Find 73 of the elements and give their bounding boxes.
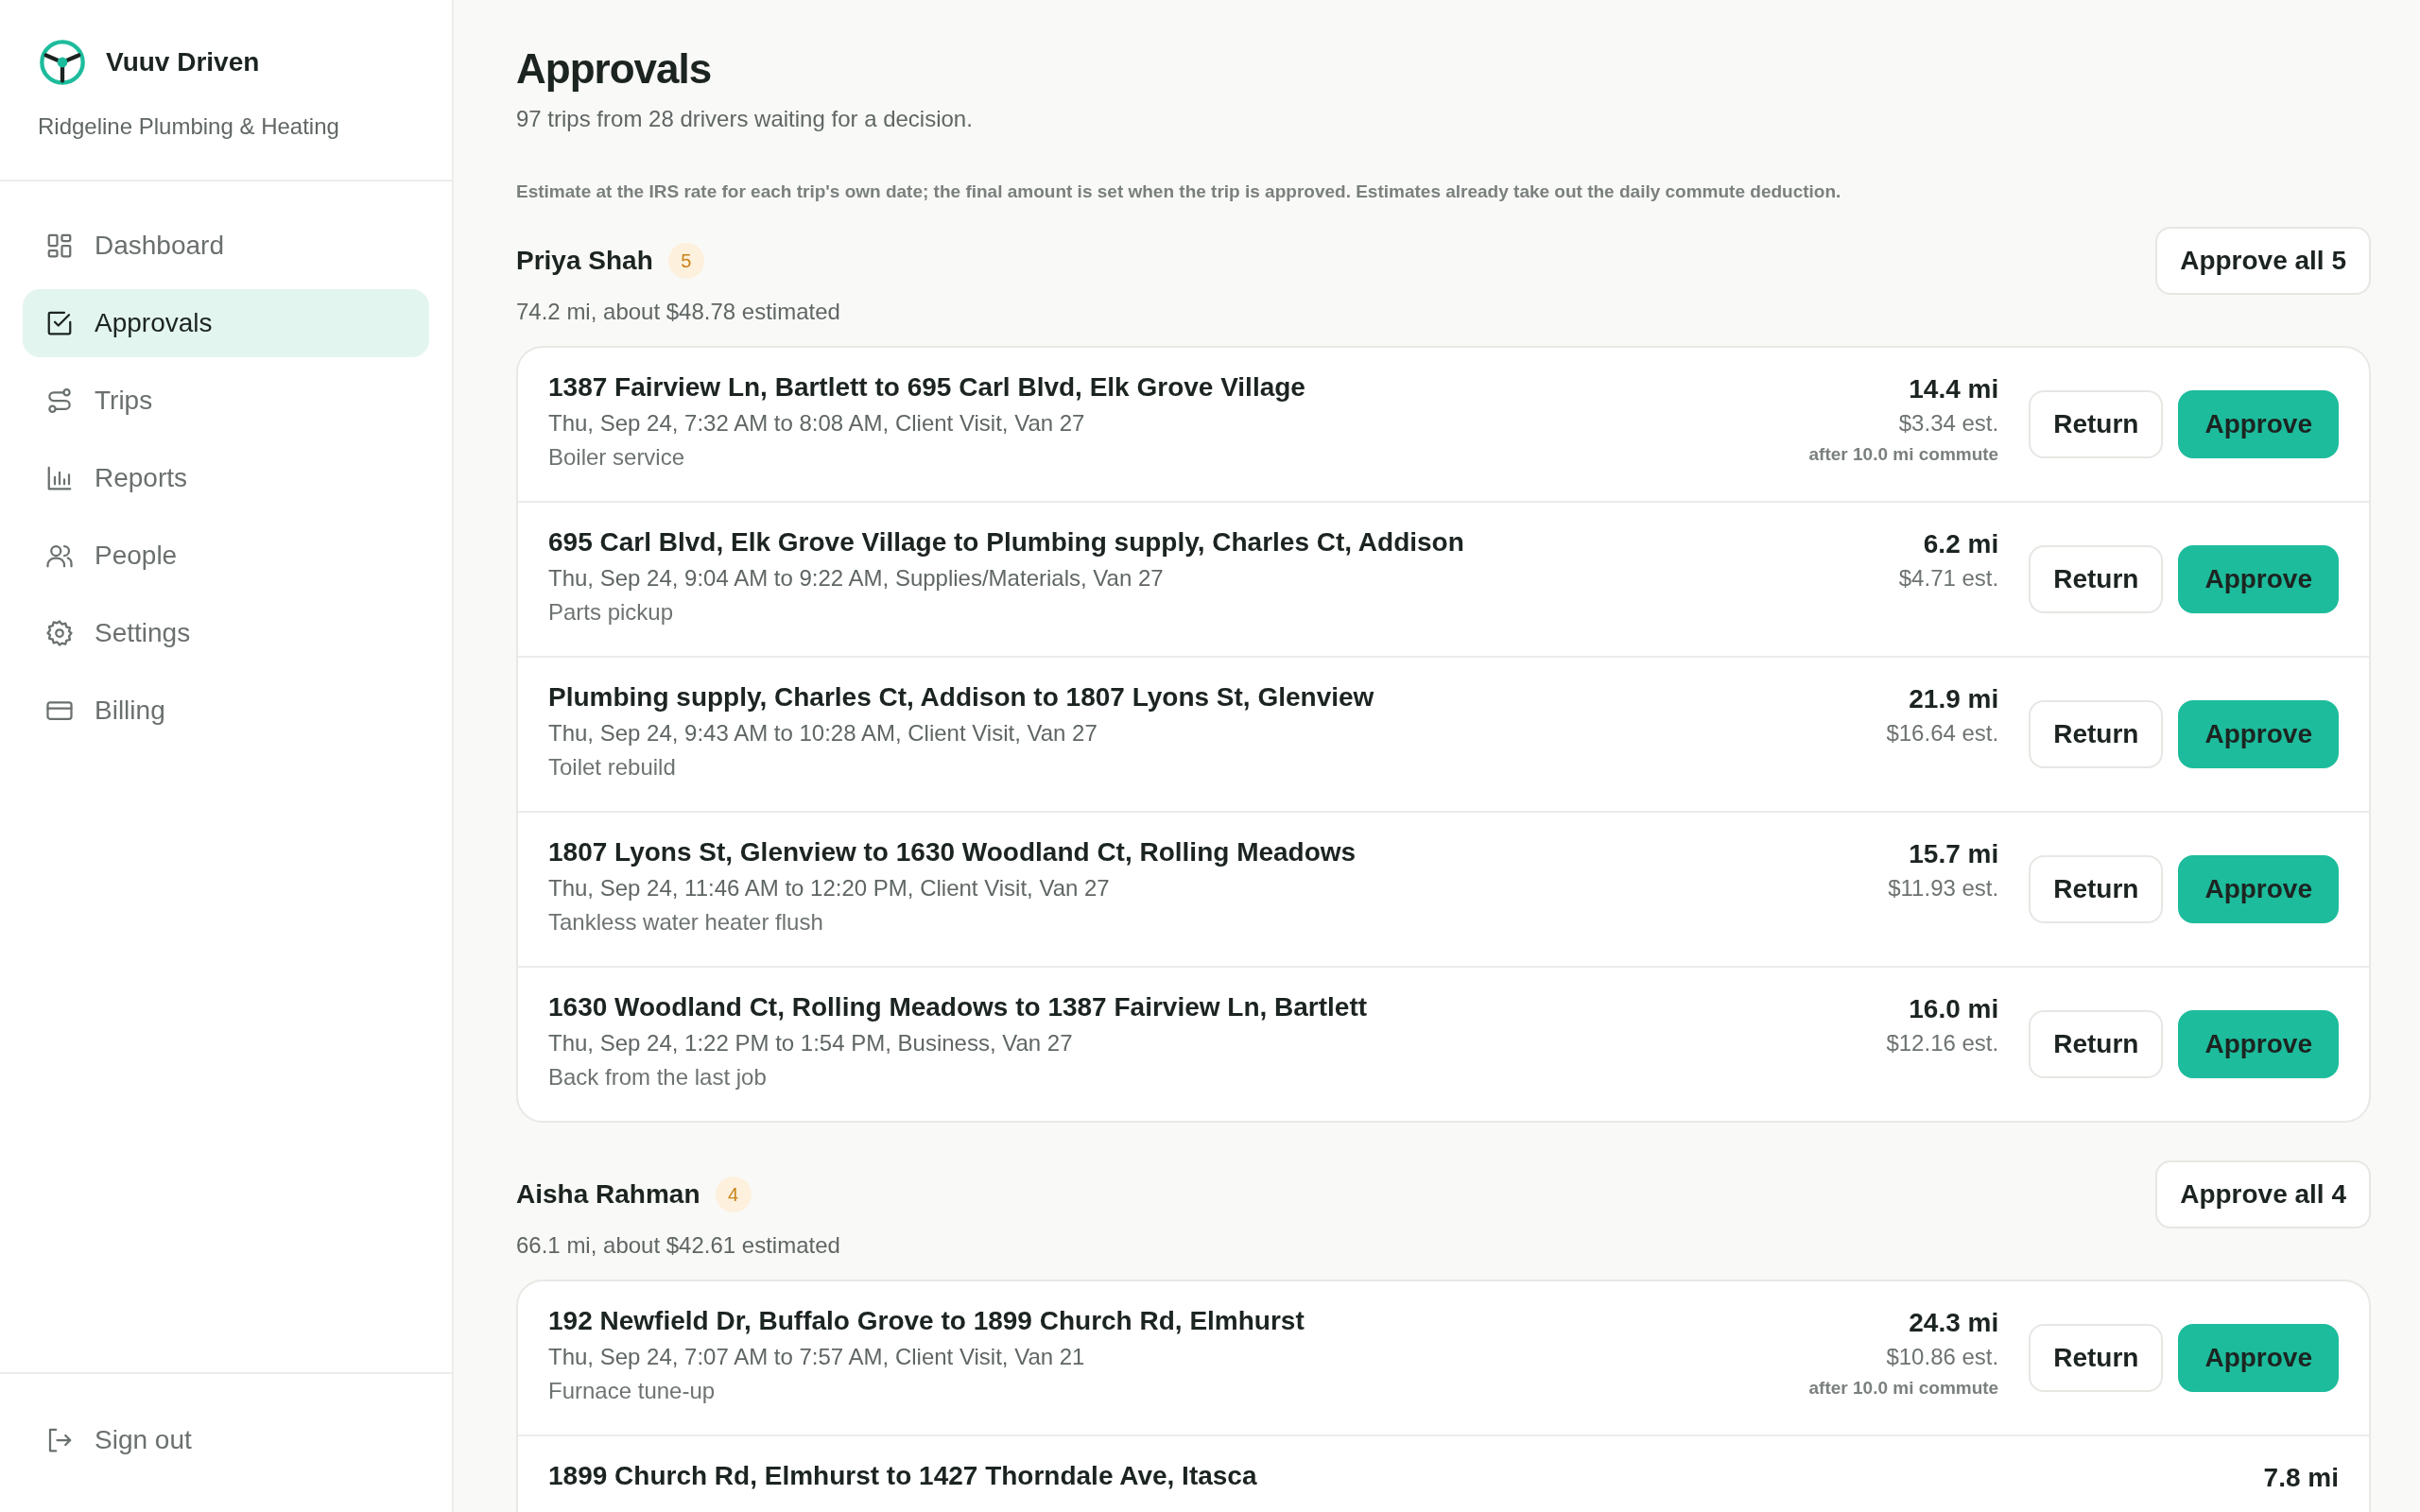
trip-miles: 14.4 mi: [1908, 374, 1999, 404]
trip-route: 1387 Fairview Ln, Bartlett to 695 Carl Blvd, Elk Grove Village: [548, 372, 1306, 403]
approve-button[interactable]: Approve: [2178, 545, 2339, 613]
app-name: Vuuv Driven: [106, 47, 260, 77]
trip-miles: 7.8 mi: [2263, 1463, 2339, 1493]
nav-item[interactable]: Settings: [23, 599, 429, 667]
nav-item[interactable]: Approvals: [23, 289, 429, 357]
trip-details: Thu, Sep 24, 9:43 AM to 10:28 AM, Client Visit, Van 27: [548, 720, 1098, 747]
trip-details: Thu, Sep 24, 9:04 AM to 9:22 AM, Supplies/Materials, Van 27: [548, 565, 1165, 592]
trip-estimate: $12.16 est.: [1886, 1030, 1999, 1057]
trip-details: Thu, Sep 24, 7:07 AM to 7:57 AM, Client Visit, Van 21: [548, 1344, 1086, 1370]
trip-estimate: $3.34 est.: [1897, 410, 1999, 437]
checkbox-icon: [45, 309, 74, 337]
trip-route: 192 Newfield Dr, Buffalo Grove to 1899 Church Rd, Elmhurst: [548, 1306, 1305, 1336]
count-badge: 4: [715, 1177, 752, 1212]
commute-note: after 10.0 mi commute: [1808, 444, 1999, 465]
trip-details: Thu, Sep 24, 11:46 AM to 12:20 PM, Client Visit, Van 27: [548, 875, 1111, 902]
approve-button[interactable]: Approve: [2178, 390, 2339, 458]
return-button[interactable]: Return: [2029, 545, 2164, 613]
trip-estimate: $16.64 est.: [1886, 720, 1999, 747]
page-title: Approvals: [516, 45, 713, 93]
nav-item[interactable]: Reports: [23, 444, 429, 512]
driver-summary: 66.1 mi, about $42.61 estimated: [516, 1232, 841, 1259]
trip-note: Boiler service: [548, 444, 686, 471]
nav-item[interactable]: People: [23, 522, 429, 590]
trip-route: 1630 Woodland Ct, Rolling Meadows to 1387 Fairview Ln, Bartlett: [548, 992, 1369, 1022]
nav-item[interactable]: Trips: [23, 367, 429, 435]
return-button[interactable]: Return: [2029, 1324, 2164, 1392]
trip-note: Parts pickup: [548, 599, 675, 626]
trip-details: Thu, Sep 24, 1:22 PM to 1:54 PM, Business, Van 27: [548, 1030, 1074, 1057]
return-button[interactable]: Return: [2029, 855, 2164, 923]
trip-note: Tankless water heater flush: [548, 909, 824, 936]
driver-name: Aisha Rahman: [516, 1179, 700, 1210]
page-subtitle: 97 trips from 28 drivers waiting for a decision.: [516, 106, 974, 132]
return-button[interactable]: Return: [2029, 390, 2164, 458]
company-name: Ridgeline Plumbing & Heating: [38, 113, 340, 140]
approve-all-button[interactable]: Approve all 4: [2155, 1160, 2371, 1228]
trip-route: 1807 Lyons St, Glenview to 1630 Woodland Ct, Rolling Meadows: [548, 837, 1357, 868]
grid-icon: [45, 232, 74, 260]
count-badge: 5: [667, 243, 704, 279]
nav-item[interactable]: Dashboard: [23, 212, 429, 280]
driver-summary: 74.2 mi, about $48.78 estimated: [516, 299, 841, 325]
trip-miles: 21.9 mi: [1908, 684, 1999, 714]
trip-miles: 6.2 mi: [1922, 529, 1999, 559]
trip-note: Furnace tune-up: [548, 1378, 717, 1404]
bar-chart-icon: [45, 464, 74, 492]
driver-name: Priya Shah: [516, 246, 653, 276]
approve-button[interactable]: Approve: [2178, 700, 2339, 768]
approve-button[interactable]: Approve: [2178, 855, 2339, 923]
trip-miles: 24.3 mi: [1908, 1308, 1999, 1338]
trip-route: 695 Carl Blvd, Elk Grove Village to Plumbing supply, Charles Ct, Addison: [548, 527, 1465, 558]
estimate-note: Estimate at the IRS rate for each trip's own date; the final amount is set when the trip is approved. Estimates already take out the daily commute deduction.: [516, 181, 1842, 202]
trip-estimate: $11.93 est.: [1888, 875, 1999, 902]
approve-all-button[interactable]: Approve all 5: [2155, 227, 2371, 295]
trip-miles: 15.7 mi: [1908, 839, 1999, 869]
approve-button[interactable]: Approve: [2178, 1324, 2339, 1392]
commute-note: after 10.0 mi commute: [1808, 1378, 1999, 1399]
trip-miles: 16.0 mi: [1908, 994, 1999, 1024]
return-button[interactable]: Return: [2029, 1010, 2164, 1078]
sign-out-link[interactable]: Sign out: [23, 1406, 429, 1474]
return-button[interactable]: Return: [2029, 700, 2164, 768]
trip-note: Toilet rebuild: [548, 754, 677, 781]
trip-route: Plumbing supply, Charles Ct, Addison to 1807 Lyons St, Glenview: [548, 682, 1375, 713]
trip-estimate: $10.86 est.: [1885, 1344, 1999, 1370]
settings-icon: [45, 619, 74, 647]
route-icon: [45, 387, 74, 415]
trip-note: Back from the last job: [548, 1064, 768, 1091]
steering-wheel-logo-icon: [38, 38, 87, 87]
trip-estimate: $4.71 est.: [1898, 565, 1999, 592]
nav-item[interactable]: Billing: [23, 677, 429, 745]
trip-route: 1899 Church Rd, Elmhurst to 1427 Thorndale Ave, Itasca: [548, 1461, 1258, 1491]
approve-button[interactable]: Approve: [2178, 1010, 2339, 1078]
trip-details: Thu, Sep 24, 7:32 AM to 8:08 AM, Client Visit, Van 27: [548, 410, 1086, 437]
